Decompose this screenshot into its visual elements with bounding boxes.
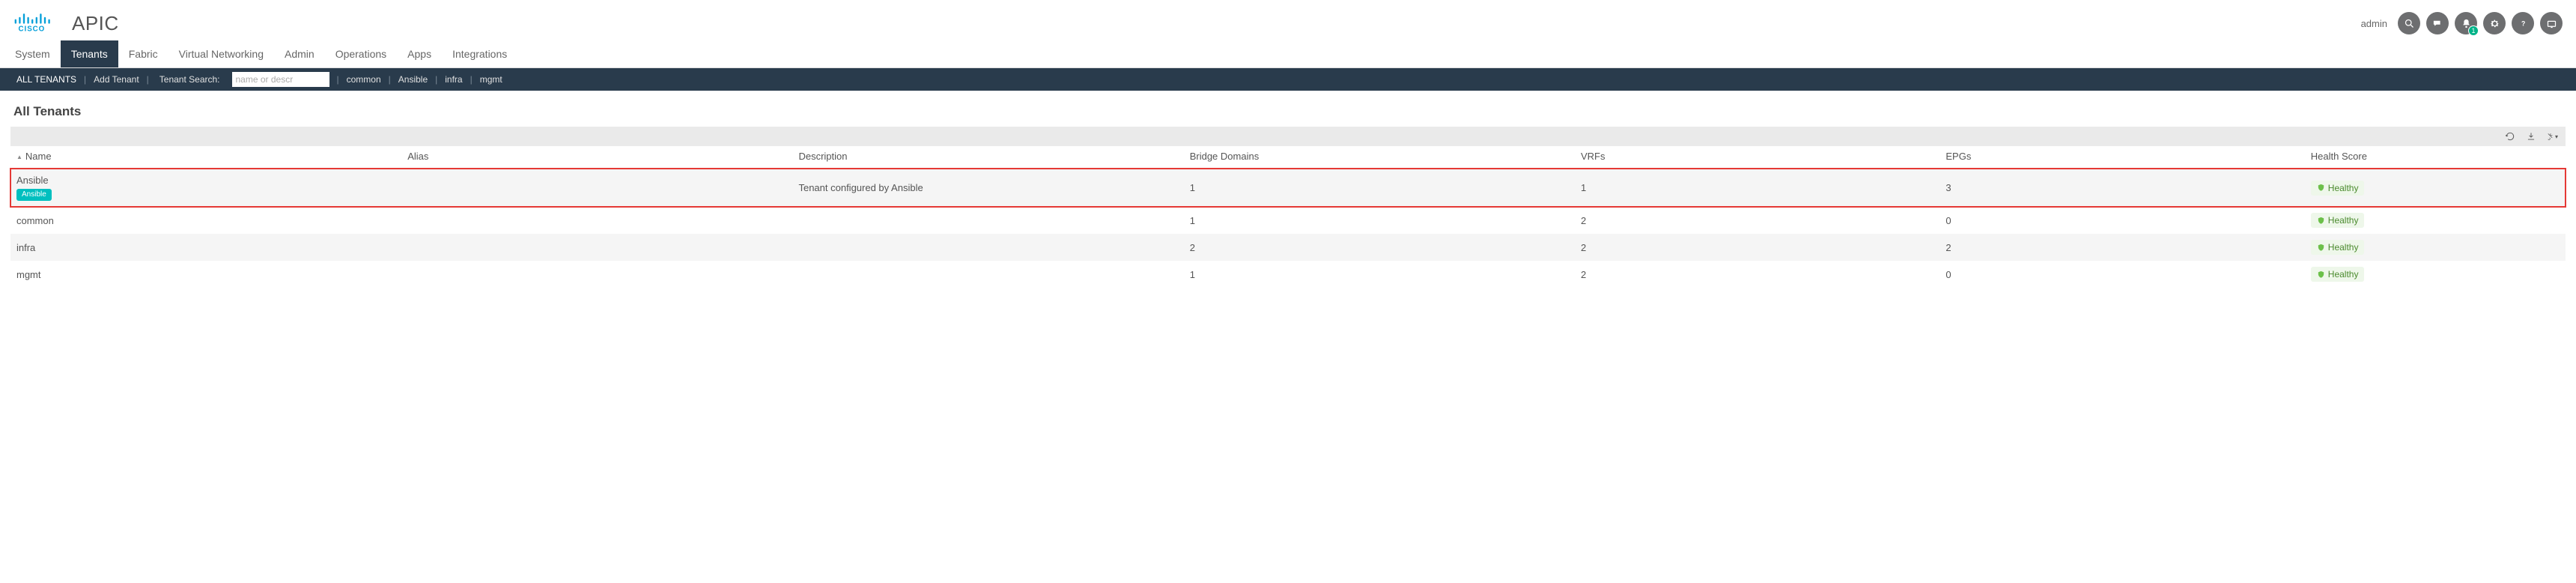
subnav-tenant-link[interactable]: Ansible	[391, 74, 435, 85]
tools-menu-icon[interactable]: ▾	[2546, 130, 2558, 142]
col-header-vrfs[interactable]: VRFs	[1575, 146, 1939, 169]
feedback-icon[interactable]	[2426, 12, 2449, 34]
svg-text:?: ?	[2521, 19, 2525, 27]
tenant-search-label: Tenant Search:	[152, 74, 228, 85]
health-badge: Healthy	[2311, 181, 2365, 196]
table-toolbar: ▾	[10, 127, 2566, 146]
subnav-add-tenant[interactable]: Add Tenant	[86, 74, 147, 85]
main-tab-operations[interactable]: Operations	[325, 40, 397, 67]
apps-icon[interactable]	[2540, 12, 2563, 34]
header-actions: admin 1 ?	[2361, 12, 2563, 34]
page-title: All Tenants	[13, 104, 2566, 119]
main-tab-tenants[interactable]: Tenants	[61, 40, 118, 67]
table-row[interactable]: mgmt 120 Healthy	[10, 261, 2566, 288]
refresh-icon[interactable]	[2504, 130, 2516, 142]
tenant-name: Ansible	[16, 175, 49, 186]
tenant-search-input[interactable]	[232, 72, 329, 87]
cell-epgs: 0	[1939, 207, 2304, 234]
table-row[interactable]: common 120 Healthy	[10, 207, 2566, 234]
col-header-bd[interactable]: Bridge Domains	[1184, 146, 1575, 169]
cell-description	[792, 207, 1183, 234]
cell-bridge_domains: 1	[1184, 207, 1575, 234]
cisco-logo: CISCO	[13, 11, 55, 36]
subnav-tenant-link[interactable]: common	[339, 74, 389, 85]
cell-bridge_domains: 1	[1184, 169, 1575, 208]
svg-text:CISCO: CISCO	[19, 25, 46, 33]
separator: |	[147, 74, 149, 85]
tenant-name: common	[16, 215, 54, 226]
main-tab-integrations[interactable]: Integrations	[442, 40, 517, 67]
app-title: APIC	[72, 12, 119, 35]
cell-alias	[401, 169, 792, 208]
col-header-health[interactable]: Health Score	[2305, 146, 2566, 169]
subnav-all-tenants[interactable]: ALL TENANTS	[9, 74, 84, 85]
col-header-alias[interactable]: Alias	[401, 146, 792, 169]
cell-vrfs: 1	[1575, 169, 1939, 208]
sub-nav: ALL TENANTS | Add Tenant | Tenant Search…	[0, 68, 2576, 91]
cell-bridge_domains: 2	[1184, 234, 1575, 261]
settings-gear-icon[interactable]	[2483, 12, 2506, 34]
username-label[interactable]: admin	[2361, 18, 2387, 29]
main-tab-virtual-networking[interactable]: Virtual Networking	[168, 40, 274, 67]
cell-alias	[401, 234, 792, 261]
subnav-tenant-link[interactable]: infra	[437, 74, 470, 85]
main-tab-fabric[interactable]: Fabric	[118, 40, 168, 67]
cell-alias	[401, 261, 792, 288]
col-header-name[interactable]: Name	[10, 146, 401, 169]
table-row[interactable]: Ansible Ansible Tenant configured by Ansib…	[10, 169, 2566, 208]
help-icon[interactable]: ?	[2512, 12, 2534, 34]
table-header-row: Name Alias Description Bridge Domains VR…	[10, 146, 2566, 169]
main-tab-apps[interactable]: Apps	[397, 40, 442, 67]
main-tab-system[interactable]: System	[4, 40, 61, 67]
cell-vrfs: 2	[1575, 207, 1939, 234]
notification-badge: 1	[2468, 25, 2479, 36]
notification-bell-icon[interactable]: 1	[2455, 12, 2477, 34]
cell-bridge_domains: 1	[1184, 261, 1575, 288]
search-icon[interactable]	[2398, 12, 2420, 34]
health-badge: Healthy	[2311, 213, 2365, 228]
table-row[interactable]: infra222Healthy	[10, 234, 2566, 261]
cell-epgs: 0	[1939, 261, 2304, 288]
download-icon[interactable]	[2525, 130, 2537, 142]
cell-description	[792, 261, 1183, 288]
top-header: CISCO APIC admin 1 ?	[0, 0, 2576, 40]
main-tab-admin[interactable]: Admin	[274, 40, 325, 67]
cell-alias	[401, 207, 792, 234]
tenant-tag: Ansible	[16, 189, 52, 201]
col-header-epgs[interactable]: EPGs	[1939, 146, 2304, 169]
cell-epgs: 3	[1939, 169, 2304, 208]
cell-description: Tenant configured by Ansible	[792, 169, 1183, 208]
content-area: All Tenants ▾ Name Alias Description Bri…	[0, 91, 2576, 288]
brand-group: CISCO APIC	[13, 11, 119, 36]
cell-epgs: 2	[1939, 234, 2304, 261]
cell-description	[792, 234, 1183, 261]
subnav-tenant-link[interactable]: mgmt	[473, 74, 510, 85]
cell-vrfs: 2	[1575, 261, 1939, 288]
tenants-table: Name Alias Description Bridge Domains VR…	[10, 146, 2566, 288]
health-badge: Healthy	[2311, 240, 2365, 255]
cell-vrfs: 2	[1575, 234, 1939, 261]
col-header-desc[interactable]: Description	[792, 146, 1183, 169]
tenant-name: infra	[16, 242, 35, 253]
main-nav: SystemTenantsFabricVirtual NetworkingAdm…	[0, 40, 2576, 68]
tenant-name: mgmt	[16, 269, 41, 280]
health-badge: Healthy	[2311, 267, 2365, 282]
